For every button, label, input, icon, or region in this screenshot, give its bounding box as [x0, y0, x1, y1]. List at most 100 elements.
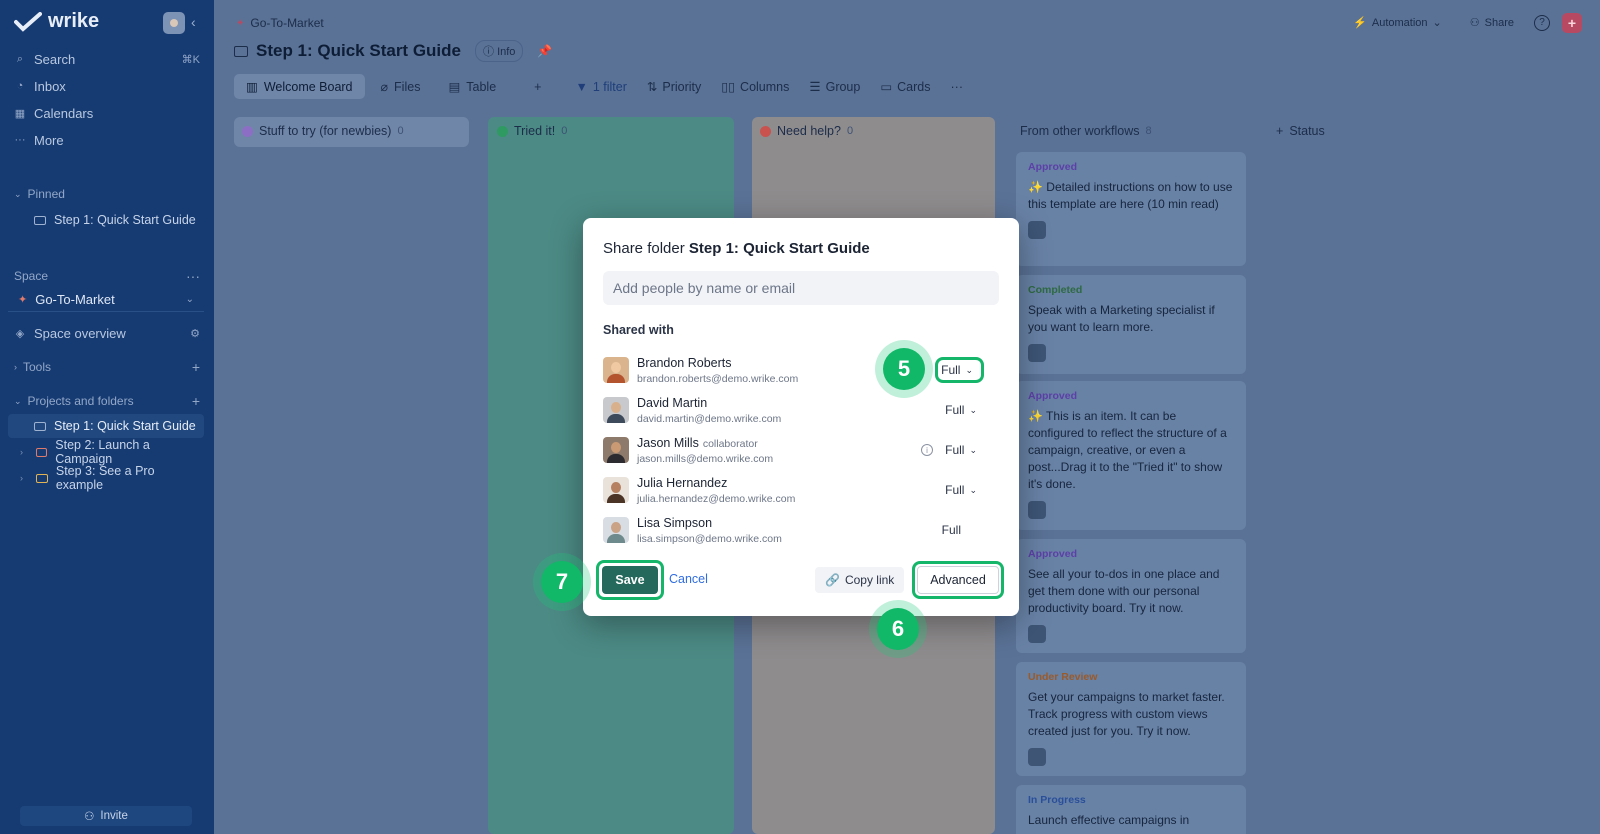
tab-welcome-board[interactable]: ▥ Welcome Board: [234, 74, 365, 99]
tab-table[interactable]: ▤ Table: [436, 74, 508, 99]
gear-icon[interactable]: ⚙: [190, 327, 200, 340]
create-button[interactable]: +: [1562, 12, 1582, 33]
column-header[interactable]: Need help? 0: [760, 124, 853, 138]
columns-button[interactable]: ▯▯ Columns: [713, 74, 797, 99]
automation-button[interactable]: ⚡ Automation ⌄: [1345, 12, 1450, 33]
column-title: Need help?: [777, 124, 841, 138]
nav-more[interactable]: ··· More: [14, 129, 200, 151]
step-marker-7: 7: [541, 561, 583, 603]
sidebar-folder-step1[interactable]: Step 1: Quick Start Guide: [8, 414, 204, 438]
breadcrumb[interactable]: ✦ Go-To-Market: [236, 16, 324, 30]
sort-icon: ⇅: [646, 80, 658, 94]
column-header[interactable]: From other workflows 8: [1020, 124, 1152, 138]
person-name: Brandon Roberts: [637, 355, 732, 370]
space-section: Space ···: [14, 268, 200, 284]
task-card[interactable]: Under Review Get your campaigns to market…: [1016, 662, 1246, 776]
info-button[interactable]: ⓘ Info: [475, 40, 524, 62]
page-title-text[interactable]: Step 1: Quick Start Guide: [256, 41, 461, 61]
nav-calendars[interactable]: ▦ Calendars: [14, 102, 200, 124]
pinned-label: Pinned: [27, 187, 65, 201]
pin-icon[interactable]: 📌: [537, 44, 552, 58]
collapse-sidebar-icon[interactable]: ‹: [191, 14, 196, 30]
tools-label: Tools: [23, 360, 52, 374]
person-name: David Martin: [637, 395, 708, 410]
card-status: Completed: [1028, 284, 1083, 296]
chevron-down-icon: ⌄: [969, 444, 977, 455]
person-info: David Martin david.martin@demo.wrike.com: [637, 396, 781, 425]
filter-button[interactable]: ▼ 1 filter: [567, 75, 634, 99]
tab-files[interactable]: ⌀ Files: [369, 74, 433, 99]
add-people-input[interactable]: [603, 271, 999, 305]
avatar: [603, 357, 629, 383]
pinned-section[interactable]: ⌄ Pinned: [14, 187, 200, 201]
sidebar-folder-step3[interactable]: › Step 3: See a Pro example: [8, 464, 204, 492]
card-title: ✨ This is an item. It can be configured …: [1028, 409, 1227, 491]
chevron-down-icon: ⌄: [969, 484, 977, 495]
folder-icon: [35, 473, 48, 483]
tab-label: Table: [466, 79, 497, 94]
nav-inbox[interactable]: ◔ Inbox: [14, 75, 200, 97]
pinned-item[interactable]: Step 1: Quick Start Guide: [8, 208, 204, 232]
nav-search[interactable]: ⌕ Search ⌘K: [14, 48, 200, 70]
invite-button[interactable]: ⚇ Invite: [20, 806, 192, 826]
avatar-head-icon: [611, 402, 621, 413]
view-toolbar: ▥ Welcome Board ⌀ Files ▤ Table + ▼ 1 filter…: [234, 74, 971, 99]
tools-section[interactable]: › Tools +: [14, 359, 200, 375]
role-label: Full: [942, 523, 961, 537]
more-dots-icon[interactable]: ···: [943, 75, 972, 99]
more-dots-icon[interactable]: ···: [186, 268, 200, 284]
shared-person-row: David Martin david.martin@demo.wrike.com …: [603, 392, 999, 428]
shared-with-label: Shared with: [603, 323, 674, 337]
folder-icon: [34, 215, 46, 225]
share-button[interactable]: ⚇ Share: [1462, 12, 1522, 33]
add-view-icon[interactable]: +: [526, 75, 549, 99]
role-dropdown-highlight: [935, 357, 984, 383]
task-card[interactable]: In Progress Launch effective campaigns in: [1016, 785, 1246, 834]
step-marker-5: 5: [883, 348, 925, 390]
user-avatar[interactable]: [163, 12, 185, 34]
columns-icon: ▯▯: [721, 80, 736, 94]
copy-link-button[interactable]: 🔗 Copy link: [815, 567, 905, 593]
card-title: ✨ Detailed instructions on how to use th…: [1028, 180, 1233, 211]
role-dropdown[interactable]: Full ⌄: [945, 403, 977, 417]
share-folder-dialog: Share folder Step 1: Quick Start Guide S…: [583, 218, 1019, 616]
space-icon: ✦: [18, 294, 28, 306]
task-card[interactable]: Completed Speak with a Marketing speciali…: [1016, 275, 1246, 374]
person-email: jason.mills@demo.wrike.com: [637, 453, 774, 465]
role-dropdown[interactable]: Full ⌄: [945, 483, 977, 497]
projects-section[interactable]: ⌄ Projects and folders +: [14, 393, 200, 409]
advanced-button[interactable]: Advanced: [917, 566, 999, 594]
column-header[interactable]: Stuff to try (for newbies) 0: [242, 124, 404, 138]
task-card[interactable]: Approved ✨ Detailed instructions on how t…: [1016, 152, 1246, 266]
add-status-button[interactable]: + Status: [1276, 124, 1325, 138]
card-title: Launch effective campaigns in: [1028, 813, 1190, 827]
shared-person-row: Lisa Simpson lisa.simpson@demo.wrike.com …: [603, 512, 999, 548]
sidebar-folder-step2[interactable]: › Step 2: Launch a Campaign: [8, 438, 204, 466]
role-dropdown[interactable]: Full ⌄: [945, 443, 977, 457]
search-icon: ⌕: [16, 52, 24, 65]
info-icon[interactable]: i: [921, 444, 933, 456]
priority-button[interactable]: ⇅ Priority: [639, 74, 709, 99]
avatar: [603, 477, 629, 503]
space-selector[interactable]: ✦ Go-To-Market ⌄: [8, 288, 204, 312]
column-header[interactable]: Tried it! 0: [497, 124, 567, 138]
dialog-title: Share folder Step 1: Quick Start Guide: [603, 240, 870, 257]
cancel-button[interactable]: Cancel: [669, 572, 708, 586]
step-marker-6: 6: [877, 608, 919, 650]
task-card[interactable]: Approved See all your to-dos in one place…: [1016, 539, 1246, 653]
person-name: Jason Mills: [637, 436, 699, 450]
save-button[interactable]: Save: [602, 566, 658, 594]
space-overview[interactable]: ◈ Space overview ⚙: [14, 322, 200, 344]
group-button[interactable]: ☰ Group: [801, 74, 868, 99]
card-status: In Progress: [1028, 794, 1086, 806]
cards-button[interactable]: ▭ Cards: [872, 74, 938, 99]
nav-calendars-label: Calendars: [34, 105, 94, 121]
add-icon[interactable]: +: [192, 393, 200, 409]
board-icon: ▥: [246, 80, 258, 94]
task-card[interactable]: Approved ✨ This is an item. It can be con…: [1016, 381, 1246, 530]
wrike-logo[interactable]: wrike: [14, 10, 99, 33]
calendar-icon: ▦: [14, 107, 26, 120]
help-icon[interactable]: ?: [1534, 14, 1550, 31]
add-icon[interactable]: +: [192, 359, 200, 375]
more-dots-icon: ···: [14, 134, 26, 146]
